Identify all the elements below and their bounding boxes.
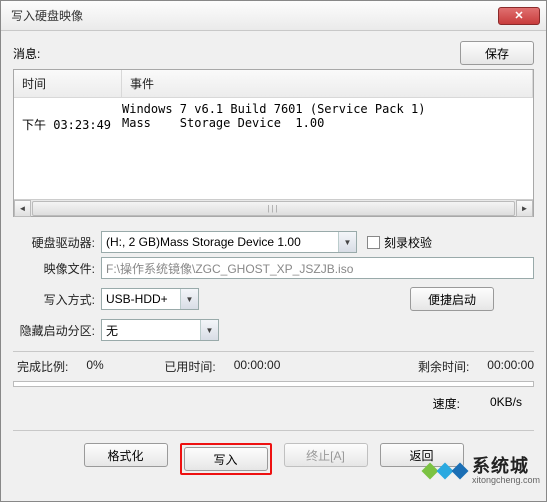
- close-icon: ✕: [514, 9, 523, 22]
- method-row: 写入方式: USB-HDD+ ▼ 便捷启动: [13, 287, 534, 311]
- message-row: 消息: 保存: [13, 41, 534, 65]
- image-path-input[interactable]: F:\操作系统镜像\ZGC_GHOST_XP_JSZJB.iso: [101, 257, 534, 279]
- remain-label: 剩余时间:: [418, 358, 469, 375]
- format-button[interactable]: 格式化: [84, 443, 168, 467]
- method-label: 写入方式:: [13, 291, 101, 308]
- separator: [13, 351, 534, 352]
- disk-combo[interactable]: (H:, 2 GB)Mass Storage Device 1.00 ▼: [101, 231, 357, 253]
- quick-boot-button[interactable]: 便捷启动: [410, 287, 494, 311]
- save-button[interactable]: 保存: [460, 41, 534, 65]
- chevron-down-icon[interactable]: ▼: [180, 289, 198, 309]
- scroll-right-icon[interactable]: ►: [516, 200, 533, 217]
- log-col-event[interactable]: 事件: [122, 70, 533, 97]
- disk-row: 硬盘驱动器: (H:, 2 GB)Mass Storage Device 1.0…: [13, 231, 534, 253]
- disk-label: 硬盘驱动器:: [13, 234, 101, 251]
- chevron-down-icon[interactable]: ▼: [200, 320, 218, 340]
- close-button[interactable]: ✕: [498, 7, 540, 25]
- verify-label: 刻录校验: [384, 234, 432, 251]
- remain-value: 00:00:00: [487, 358, 534, 375]
- hide-label: 隐藏启动分区:: [13, 322, 101, 339]
- content-area: 消息: 保存 时间 事件 Windows 7 v6.1 Build 7601 (…: [1, 31, 546, 485]
- separator: [13, 430, 534, 431]
- write-highlight: 写入: [180, 443, 272, 475]
- speed-row: 速度: 0KB/s: [13, 389, 534, 420]
- log-row[interactable]: Windows 7 v6.1 Build 7601 (Service Pack …: [14, 102, 533, 116]
- progress-bar: [13, 381, 534, 387]
- elapsed-value: 00:00:00: [234, 358, 281, 375]
- speed-label: 速度:: [433, 395, 460, 412]
- chevron-down-icon[interactable]: ▼: [338, 232, 356, 252]
- image-row: 映像文件: F:\操作系统镜像\ZGC_GHOST_XP_JSZJB.iso: [13, 257, 534, 279]
- method-combo[interactable]: USB-HDD+ ▼: [101, 288, 199, 310]
- percent-value: 0%: [86, 358, 146, 375]
- dialog-window: 写入硬盘映像 ✕ 消息: 保存 时间 事件 Windows 7 v6.1 Bui…: [0, 0, 547, 502]
- verify-checkbox[interactable]: [367, 236, 380, 249]
- watermark: 系统城 xitongcheng.com: [418, 453, 546, 489]
- write-button[interactable]: 写入: [184, 447, 268, 471]
- hide-combo[interactable]: 无 ▼: [101, 319, 219, 341]
- log-header: 时间 事件: [14, 70, 533, 98]
- log-scrollbar-horizontal[interactable]: ◄ ||| ►: [14, 199, 533, 216]
- stats-row: 完成比例: 0% 已用时间: 00:00:00 剩余时间: 00:00:00: [13, 358, 534, 375]
- message-label: 消息:: [13, 45, 40, 62]
- speed-value: 0KB/s: [490, 395, 522, 412]
- log-col-time[interactable]: 时间: [14, 70, 122, 97]
- watermark-text: 系统城 xitongcheng.com: [472, 457, 540, 485]
- window-title: 写入硬盘映像: [11, 7, 498, 24]
- log-body: Windows 7 v6.1 Build 7601 (Service Pack …: [14, 98, 533, 199]
- hide-row: 隐藏启动分区: 无 ▼: [13, 319, 534, 341]
- log-list: 时间 事件 Windows 7 v6.1 Build 7601 (Service…: [13, 69, 534, 217]
- scroll-track[interactable]: |||: [31, 200, 516, 217]
- image-label: 映像文件:: [13, 260, 101, 277]
- scroll-thumb[interactable]: |||: [32, 201, 515, 216]
- form-area: 硬盘驱动器: (H:, 2 GB)Mass Storage Device 1.0…: [13, 231, 534, 341]
- log-row[interactable]: 下午 03:23:49 Mass Storage Device 1.00: [14, 116, 533, 133]
- percent-label: 完成比例:: [17, 358, 68, 375]
- scroll-left-icon[interactable]: ◄: [14, 200, 31, 217]
- titlebar: 写入硬盘映像 ✕: [1, 1, 546, 31]
- watermark-logo-icon: [424, 465, 466, 477]
- abort-button: 终止[A]: [284, 443, 368, 467]
- elapsed-label: 已用时间:: [164, 358, 215, 375]
